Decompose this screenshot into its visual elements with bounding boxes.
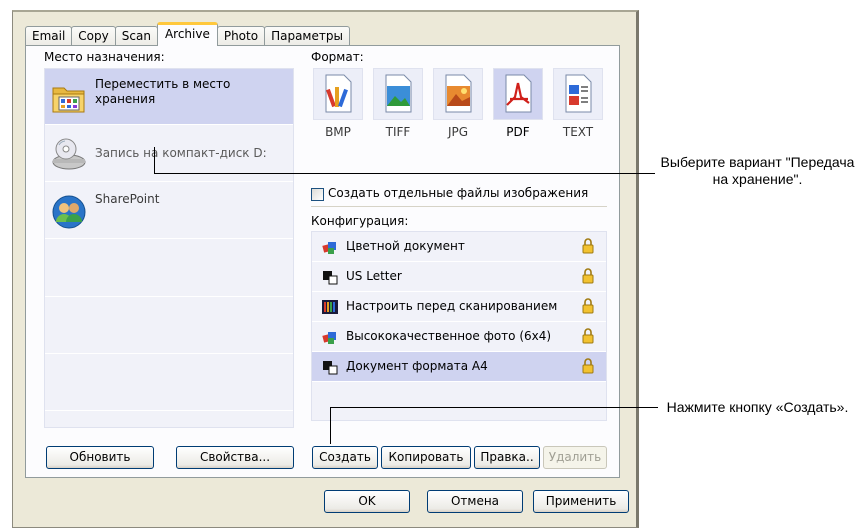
cancel-button[interactable]: Отмена: [427, 490, 523, 513]
refresh-button[interactable]: Обновить: [46, 446, 154, 469]
copy-button[interactable]: Копировать: [381, 446, 471, 469]
config-item-label: US Letter: [346, 269, 402, 283]
destination-item-storage[interactable]: Переместить в место хранения: [45, 69, 293, 125]
bw-document-icon: [323, 271, 338, 285]
destination-label: Место назначения:: [44, 50, 165, 64]
tiff-file-icon: [385, 74, 412, 113]
config-item-color-document[interactable]: Цветной документ: [312, 232, 606, 262]
tab-bar: Email Copy Scan Archive Photo Параметры: [25, 22, 350, 46]
separate-files-checkbox[interactable]: [311, 188, 324, 201]
list-divider: [45, 296, 293, 297]
text-file-icon: [565, 74, 592, 113]
list-divider: [45, 410, 293, 411]
scanner-settings-dialog: Email Copy Scan Archive Photo Параметры …: [12, 10, 639, 528]
tab-photo[interactable]: Photo: [216, 26, 266, 46]
callout-select-option: Выберите вариант "Передача на хранение".: [660, 154, 855, 187]
tab-email[interactable]: Email: [25, 26, 73, 46]
destination-list: Переместить в место хранения Запись на к…: [44, 68, 294, 428]
config-item-us-letter[interactable]: US Letter: [312, 262, 606, 292]
bw-document-icon: [323, 361, 338, 375]
config-item-hq-photo[interactable]: Высококачественное фото (6x4): [312, 322, 606, 352]
lock-icon: [582, 328, 594, 344]
folder-icon: [52, 87, 85, 113]
format-jpg[interactable]: JPG: [431, 68, 485, 148]
delete-button: Удалить: [543, 446, 607, 469]
sharepoint-icon: [52, 195, 86, 229]
lock-icon: [582, 268, 594, 284]
tab-copy[interactable]: Copy: [71, 26, 116, 46]
jpg-file-icon: [445, 74, 472, 113]
separate-files-checkbox-row[interactable]: Создать отдельные файлы изображения: [311, 186, 605, 204]
callout-leader-line: [330, 407, 658, 408]
list-divider: [45, 353, 293, 354]
callout-press-create: Нажмите кнопку «Создать».: [666, 399, 849, 415]
format-name: JPG: [447, 125, 469, 139]
config-item-label: Документ формата A4: [346, 359, 488, 373]
lock-icon: [582, 238, 594, 254]
edit-button[interactable]: Правка..: [474, 446, 540, 469]
cd-drive-icon: [52, 138, 86, 170]
properties-button[interactable]: Свойства...: [176, 446, 294, 469]
configuration-label: Конфигурация:: [311, 214, 409, 228]
format-bmp[interactable]: BMP: [311, 68, 365, 148]
format-name: PDF: [506, 125, 530, 139]
destination-item-label: Запись на компакт-диск D:: [95, 146, 267, 160]
format-name: TIFF: [385, 125, 411, 139]
configure-icon: [322, 300, 338, 314]
configuration-list: Цветной документ US Letter Настроить пер…: [311, 231, 607, 421]
color-document-icon: [322, 332, 336, 344]
archive-tab-panel: Место назначения: Переместить в место хр…: [25, 45, 620, 478]
config-item-a4-document[interactable]: Документ формата A4: [312, 352, 606, 382]
tab-archive[interactable]: Archive: [156, 22, 218, 46]
pdf-file-icon: [505, 74, 532, 113]
config-item-label: Цветной документ: [346, 239, 465, 253]
format-pdf[interactable]: PDF: [491, 68, 545, 148]
format-name: TEXT: [562, 125, 594, 139]
format-text[interactable]: TEXT: [551, 68, 605, 148]
format-label: Формат:: [311, 50, 364, 64]
callout-leader-line: [154, 147, 155, 174]
create-button[interactable]: Создать: [312, 446, 378, 469]
callout-leader-line: [330, 407, 331, 444]
tab-scan[interactable]: Scan: [114, 26, 158, 46]
callout-leader-line: [154, 173, 655, 174]
format-name: BMP: [325, 125, 351, 139]
lock-icon: [582, 358, 594, 374]
format-tiff[interactable]: TIFF: [371, 68, 425, 148]
ok-button[interactable]: OK: [324, 490, 410, 513]
config-item-label: Высококачественное фото (6x4): [346, 329, 552, 343]
lock-icon: [582, 298, 594, 314]
destination-item-sharepoint[interactable]: SharePoint: [45, 183, 293, 239]
section-divider: [311, 206, 607, 207]
config-item-label: Настроить перед сканированием: [346, 299, 558, 313]
bmp-file-icon: [325, 74, 352, 113]
separate-files-label: Создать отдельные файлы изображения: [328, 186, 589, 200]
apply-button[interactable]: Применить: [533, 490, 629, 513]
destination-item-label: Переместить в место хранения: [95, 77, 231, 106]
format-selector: BMP TIFF JPG PDF TEXT: [311, 68, 605, 139]
destination-item-label: SharePoint: [95, 192, 160, 206]
config-item-configure-before-scan[interactable]: Настроить перед сканированием: [312, 292, 606, 322]
tab-parameters[interactable]: Параметры: [264, 26, 350, 46]
color-document-icon: [322, 242, 336, 254]
